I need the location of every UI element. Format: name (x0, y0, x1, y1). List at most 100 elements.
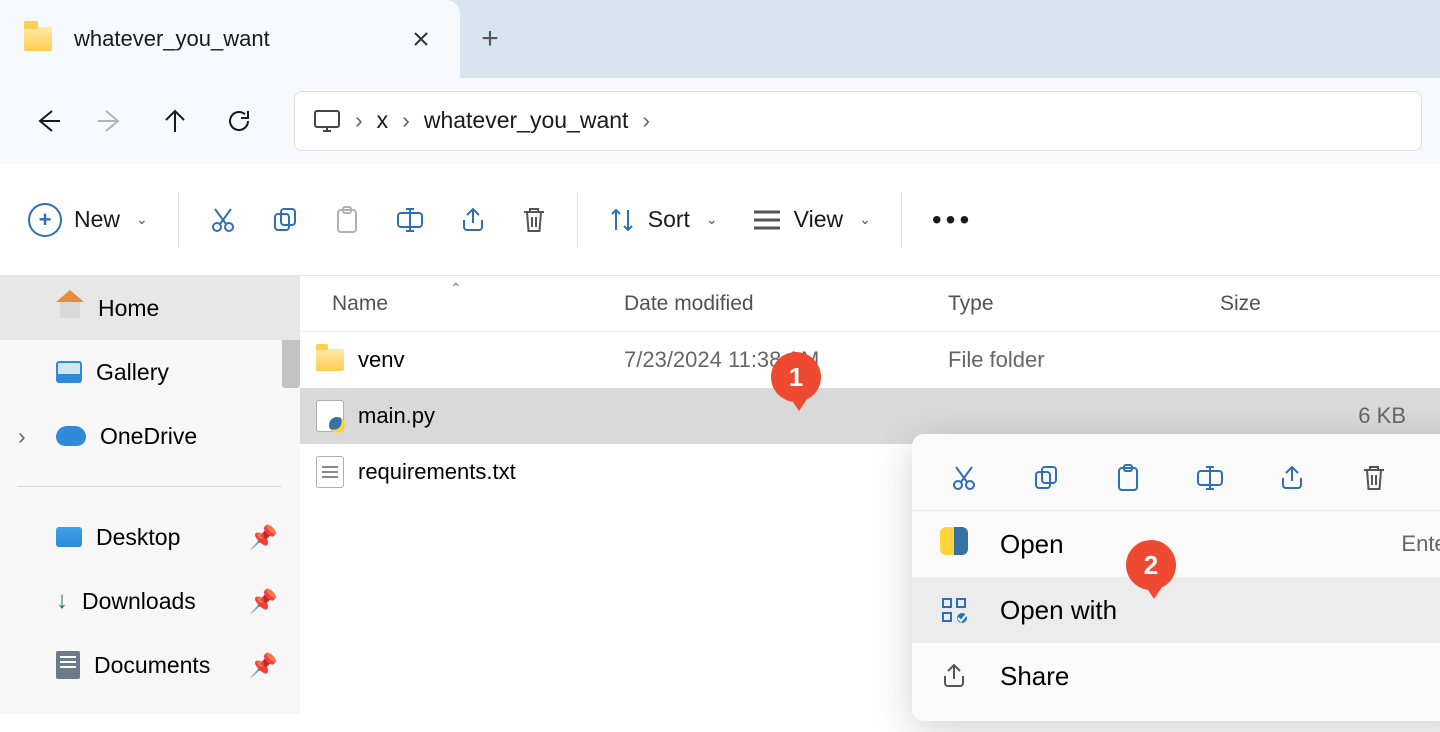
new-button[interactable]: + New ⌄ (28, 194, 148, 246)
address-bar[interactable]: › x › whatever_you_want › (294, 91, 1422, 151)
chevron-down-icon: ⌄ (706, 211, 718, 228)
folder-icon (316, 349, 344, 371)
python-file-icon (316, 400, 344, 432)
delete-button[interactable] (521, 194, 547, 246)
pin-icon: 📌 (249, 524, 278, 551)
copy-button[interactable] (271, 194, 299, 246)
ctx-item-shortcut: Enter (1401, 531, 1440, 557)
open-with-icon (940, 596, 972, 624)
sidebar-item-label: Home (98, 295, 159, 322)
sidebar-item-desktop[interactable]: Desktop 📌 (0, 505, 300, 569)
paste-icon (333, 205, 361, 235)
chevron-right-icon[interactable]: › (18, 423, 26, 450)
back-button[interactable] (18, 92, 76, 150)
new-icon: + (28, 203, 62, 237)
sidebar-item-home[interactable]: Home (0, 276, 300, 340)
tab-strip: whatever_you_want + (0, 0, 1440, 78)
navigation-bar: › x › whatever_you_want › (0, 78, 1440, 164)
file-type: File folder (948, 347, 1220, 373)
text-file-icon (316, 456, 344, 488)
separator (18, 486, 282, 487)
sidebar-item-label: Gallery (96, 359, 169, 386)
share-icon (940, 662, 972, 690)
tab-title: whatever_you_want (74, 26, 406, 52)
forward-button[interactable] (82, 92, 140, 150)
new-tab-button[interactable]: + (460, 0, 520, 78)
annotation-badge-2: 2 (1126, 540, 1176, 590)
sidebar-item-gallery[interactable]: Gallery (0, 340, 300, 404)
share-button[interactable] (459, 194, 487, 246)
view-button[interactable]: View ⌄ (752, 194, 871, 246)
home-icon (56, 296, 84, 320)
chevron-down-icon: ⌄ (859, 211, 871, 228)
ctx-open[interactable]: Open Enter (912, 511, 1440, 577)
sort-icon (608, 206, 636, 234)
sidebar-item-label: Downloads (82, 588, 196, 615)
file-list-pane: ⌃ Name Date modified Type Size venv 7/23… (300, 276, 1440, 714)
file-size: 6 KB (1220, 403, 1440, 429)
pin-icon: 📌 (249, 588, 278, 615)
paste-button[interactable] (333, 194, 361, 246)
file-name: venv (358, 347, 404, 373)
column-header-name[interactable]: ⌃ Name (332, 292, 624, 316)
breadcrumb-segment[interactable]: x (377, 107, 389, 134)
view-icon (752, 208, 782, 232)
sidebar-item-documents[interactable]: Documents 📌 (0, 633, 300, 697)
downloads-icon: ↓ (56, 587, 68, 615)
ctx-share[interactable]: Share (912, 643, 1440, 709)
ellipsis-icon: ••• (932, 204, 973, 236)
breadcrumb-segment[interactable]: whatever_you_want (424, 107, 629, 134)
trash-icon (521, 205, 547, 235)
chevron-right-icon[interactable]: › (355, 107, 363, 134)
column-header-size[interactable]: Size (1220, 292, 1440, 316)
ctx-copy-button[interactable] (1026, 458, 1066, 498)
copy-icon (271, 206, 299, 234)
navigation-pane: Home Gallery › OneDrive Desktop 📌 ↓ Down… (0, 276, 300, 714)
up-button[interactable] (146, 92, 204, 150)
sidebar-item-downloads[interactable]: ↓ Downloads 📌 (0, 569, 300, 633)
gallery-icon (56, 361, 82, 383)
sort-button[interactable]: Sort ⌄ (608, 194, 718, 246)
tab-active[interactable]: whatever_you_want (0, 0, 460, 78)
cut-icon (209, 206, 237, 234)
rename-button[interactable] (395, 194, 425, 246)
file-name: main.py (358, 403, 435, 429)
column-headers: ⌃ Name Date modified Type Size (300, 276, 1440, 332)
ctx-paste-button[interactable] (1108, 458, 1148, 498)
refresh-button[interactable] (210, 92, 268, 150)
this-pc-icon (313, 109, 341, 133)
ctx-open-with[interactable]: Open with › (912, 577, 1440, 643)
view-label: View (794, 206, 843, 233)
ctx-rename-button[interactable] (1190, 458, 1230, 498)
share-icon (459, 206, 487, 234)
sidebar-item-onedrive[interactable]: › OneDrive (0, 404, 300, 468)
tab-close-button[interactable] (406, 24, 436, 54)
new-label: New (74, 206, 120, 233)
chevron-right-icon[interactable]: › (402, 107, 410, 134)
annotation-badge-1: 1 (771, 352, 821, 402)
rename-icon (395, 206, 425, 234)
ctx-item-label: Open with (1000, 595, 1117, 626)
column-header-date[interactable]: Date modified (624, 292, 948, 316)
desktop-icon (56, 527, 82, 547)
sort-indicator-icon: ⌃ (450, 280, 462, 297)
ctx-item-label: Share (1000, 661, 1069, 692)
sidebar-item-label: Desktop (96, 524, 180, 551)
ctx-cut-button[interactable] (944, 458, 984, 498)
context-menu: Open Enter Open with › Share (912, 434, 1440, 721)
ctx-item-label: Open (1000, 529, 1064, 560)
documents-icon (56, 651, 80, 679)
pin-icon: 📌 (249, 652, 278, 679)
chevron-right-icon[interactable]: › (642, 107, 650, 134)
ctx-share-button[interactable] (1272, 458, 1312, 498)
file-row[interactable]: venv 7/23/2024 11:38 AM File folder (300, 332, 1440, 388)
more-button[interactable]: ••• (932, 194, 973, 246)
column-header-type[interactable]: Type (948, 292, 1220, 316)
ctx-delete-button[interactable] (1354, 458, 1394, 498)
file-name: requirements.txt (358, 459, 516, 485)
plus-icon: + (481, 22, 499, 56)
sidebar-item-label: OneDrive (100, 423, 197, 450)
chevron-down-icon: ⌄ (136, 211, 148, 228)
onedrive-icon (56, 426, 86, 446)
cut-button[interactable] (209, 194, 237, 246)
